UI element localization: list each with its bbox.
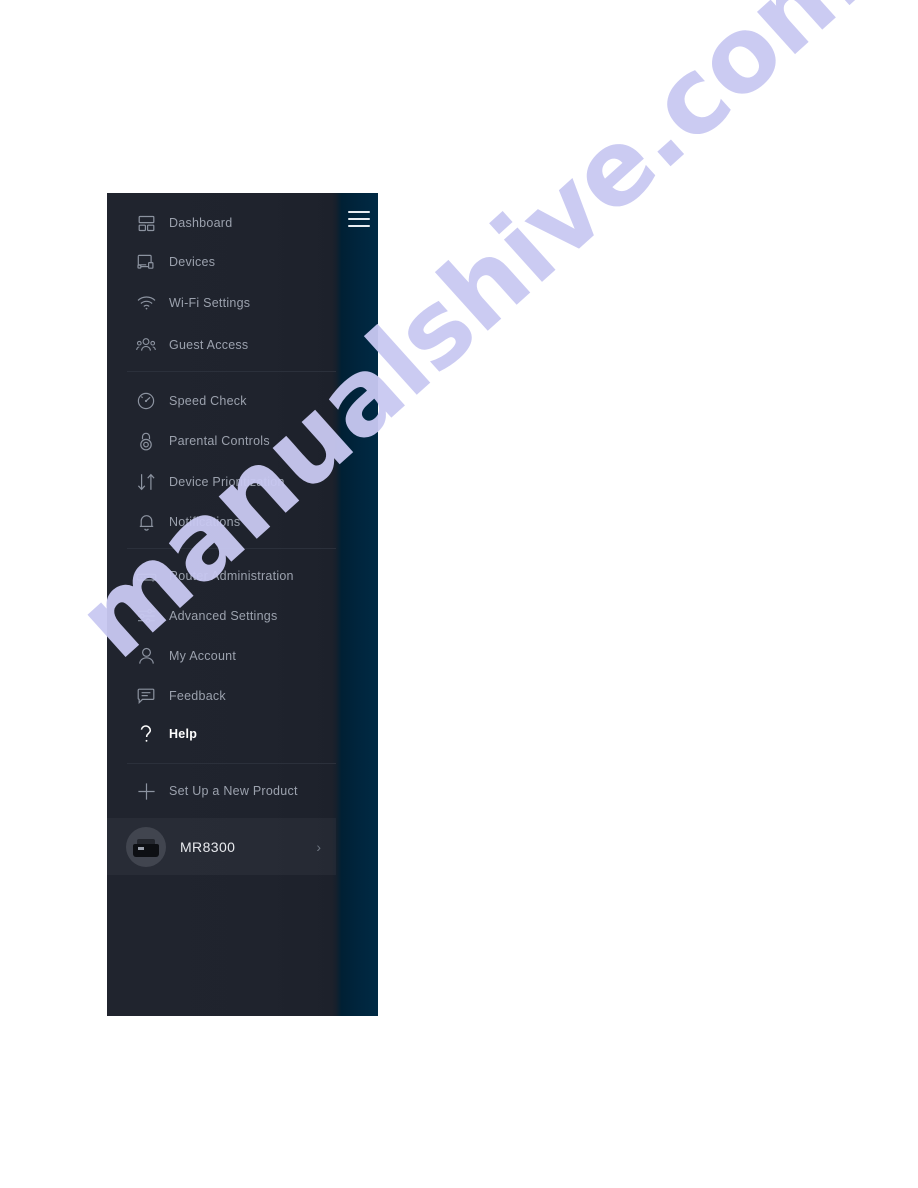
sidebar-item-parental-controls[interactable]: Parental Controls bbox=[107, 421, 336, 461]
page-root: manualshive.com Dashboard Devices Wi-Fi … bbox=[0, 0, 918, 1188]
router-thumbnail-body bbox=[133, 843, 159, 857]
speedometer-icon bbox=[123, 392, 169, 410]
hamburger-menu-icon[interactable] bbox=[348, 211, 370, 227]
menu-divider-3 bbox=[127, 763, 336, 764]
sidebar-item-devices[interactable]: Devices bbox=[107, 242, 336, 282]
menu-column: Dashboard Devices Wi-Fi Settings Guest A… bbox=[107, 193, 336, 1016]
hamburger-line-2 bbox=[348, 218, 370, 220]
lock-icon bbox=[123, 432, 169, 451]
sidebar-item-label: Devices bbox=[169, 255, 216, 269]
sidebar-item-speed-check[interactable]: Speed Check bbox=[107, 381, 336, 421]
sliders-icon bbox=[123, 608, 169, 624]
router-thumbnail bbox=[126, 826, 166, 867]
person-icon bbox=[123, 647, 169, 665]
sidebar-item-advanced-settings[interactable]: Advanced Settings bbox=[107, 596, 336, 636]
wifi-icon bbox=[123, 296, 169, 310]
sidebar-item-label: Router Administration bbox=[169, 569, 294, 583]
hamburger-line-3 bbox=[348, 225, 370, 227]
dashboard-icon bbox=[123, 215, 169, 232]
guest-access-icon bbox=[123, 337, 169, 353]
sidebar-item-label: Help bbox=[169, 727, 198, 741]
sidebar-item-label: Feedback bbox=[169, 689, 226, 703]
up-down-arrows-icon bbox=[123, 473, 169, 491]
bell-icon bbox=[123, 513, 169, 532]
sidebar-item-label: My Account bbox=[169, 649, 237, 663]
chat-bubble-icon bbox=[123, 688, 169, 704]
chevron-right-icon[interactable]: › bbox=[316, 840, 321, 854]
sidebar-item-help[interactable]: Help bbox=[107, 714, 336, 754]
router-thumbnail-led bbox=[138, 846, 144, 850]
sidebar-item-label: Advanced Settings bbox=[169, 609, 278, 623]
sidebar-item-label: Device Prioritization bbox=[169, 475, 285, 489]
menu-divider-2 bbox=[127, 548, 336, 549]
sidebar-item-device-prioritization[interactable]: Device Prioritization bbox=[107, 462, 336, 502]
sidebar-item-label: Parental Controls bbox=[169, 434, 270, 448]
hamburger-line-1 bbox=[348, 211, 370, 213]
sidebar-item-feedback[interactable]: Feedback bbox=[107, 676, 336, 716]
router-icon bbox=[123, 570, 169, 583]
devices-icon bbox=[123, 254, 169, 270]
sidebar-item-label: Dashboard bbox=[169, 216, 233, 230]
sidebar-item-guest-access[interactable]: Guest Access bbox=[107, 325, 336, 365]
sidebar-item-label: Wi-Fi Settings bbox=[169, 296, 251, 310]
device-name-label: MR8300 bbox=[180, 838, 236, 855]
menu-divider-1 bbox=[127, 371, 336, 372]
sidebar-item-label: Speed Check bbox=[169, 394, 247, 408]
sidebar-item-set-up-a-new-product[interactable]: Set Up a New Product bbox=[107, 771, 336, 811]
sidebar-item-wifi-settings[interactable]: Wi-Fi Settings bbox=[107, 283, 336, 323]
sidebar-item-label: Notifications bbox=[169, 515, 241, 529]
device-selector-row[interactable]: MR8300 › bbox=[107, 818, 336, 875]
plus-icon bbox=[123, 782, 169, 801]
sidebar-item-notifications[interactable]: Notifications bbox=[107, 502, 336, 542]
sidebar-item-my-account[interactable]: My Account bbox=[107, 636, 336, 676]
sidebar-item-router-administration[interactable]: Router Administration bbox=[107, 556, 336, 596]
sidebar-item-dashboard[interactable]: Dashboard bbox=[107, 203, 336, 243]
sidebar-item-label: Set Up a New Product bbox=[169, 784, 298, 798]
sidebar-item-label: Guest Access bbox=[169, 338, 249, 352]
question-mark-icon bbox=[123, 724, 169, 744]
navigation-drawer: Dashboard Devices Wi-Fi Settings Guest A… bbox=[107, 193, 378, 1016]
